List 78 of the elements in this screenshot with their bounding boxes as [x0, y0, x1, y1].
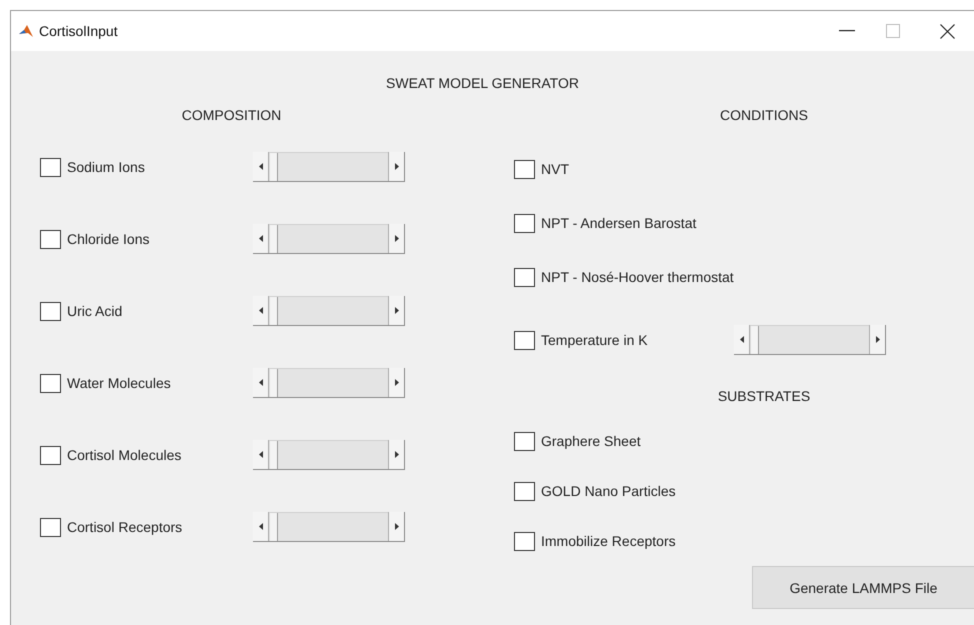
checkbox-label: NPT - Nosé-Hoover thermostat: [541, 269, 734, 285]
checkbox-label: Cortisol Molecules: [67, 447, 182, 463]
checkbox[interactable]: [40, 302, 61, 320]
scroll-right-button[interactable]: [388, 440, 404, 469]
slider-thumb[interactable]: [269, 441, 278, 469]
slider-thumb[interactable]: [269, 513, 278, 541]
scroll-left-button[interactable]: [734, 325, 750, 354]
right-arrow-icon: [394, 451, 398, 458]
checkbox[interactable]: [40, 158, 61, 176]
slider-thumb[interactable]: [269, 297, 278, 325]
checkbox[interactable]: [40, 446, 61, 464]
checkbox-label: Temperature in K: [541, 332, 648, 348]
scroll-left-button[interactable]: [253, 296, 269, 325]
scroll-right-button[interactable]: [388, 224, 404, 253]
slider-thumb[interactable]: [269, 153, 278, 181]
peak-logo-icon: [19, 25, 33, 37]
checkbox[interactable]: [514, 532, 535, 550]
scroll-right-button[interactable]: [388, 368, 404, 397]
section-heading: SUBSTRATES: [718, 388, 810, 404]
checkbox[interactable]: [514, 268, 535, 286]
left-arrow-icon: [258, 451, 262, 458]
scroll-left-button[interactable]: [253, 152, 269, 181]
checkbox[interactable]: [514, 160, 535, 178]
horizontal-slider[interactable]: [253, 512, 405, 542]
left-arrow-icon: [740, 336, 744, 343]
checkbox-label: Sodium Ions: [67, 159, 145, 175]
scroll-left-button[interactable]: [253, 224, 269, 253]
left-arrow-icon: [258, 379, 262, 386]
right-arrow-icon: [394, 307, 398, 314]
checkbox-label: NVT: [541, 161, 569, 177]
generate-button[interactable]: Generate LAMMPS File: [752, 566, 974, 609]
maximize-icon: [886, 24, 900, 38]
right-arrow-icon: [394, 163, 398, 170]
checkbox[interactable]: [40, 230, 61, 248]
left-arrow-icon: [258, 163, 262, 170]
horizontal-slider[interactable]: [253, 296, 405, 326]
checkbox[interactable]: [40, 374, 61, 392]
checkbox[interactable]: [514, 214, 535, 232]
checkbox[interactable]: [514, 330, 535, 350]
right-arrow-icon: [394, 235, 398, 242]
checkbox-label: Immobilize Receptors: [541, 533, 676, 549]
scroll-left-button[interactable]: [253, 440, 269, 469]
right-arrow-icon: [394, 523, 398, 530]
left-arrow-icon: [258, 307, 262, 314]
left-arrow-icon: [258, 235, 262, 242]
section-heading: COMPOSITION: [182, 107, 282, 123]
slider-thumb[interactable]: [269, 369, 278, 397]
checkbox-label: Graphere Sheet: [541, 433, 641, 449]
window-title: CortisolInput: [39, 23, 119, 39]
checkbox[interactable]: [514, 432, 535, 450]
left-arrow-icon: [258, 523, 262, 530]
checkbox[interactable]: [40, 518, 61, 536]
scroll-right-button[interactable]: [388, 152, 404, 181]
minimize-icon: [839, 30, 855, 32]
checkbox-label: NPT - Andersen Barostat: [541, 215, 696, 231]
horizontal-slider[interactable]: [253, 224, 405, 254]
horizontal-slider[interactable]: [253, 440, 405, 470]
checkbox-label: GOLD Nano Particles: [541, 483, 676, 499]
checkbox-label: Uric Acid: [67, 303, 122, 319]
right-arrow-icon: [394, 379, 398, 386]
horizontal-slider[interactable]: [253, 368, 405, 398]
slider-thumb[interactable]: [750, 326, 759, 354]
form-heading: SWEAT MODEL GENERATOR: [386, 74, 579, 93]
scroll-left-button[interactable]: [253, 512, 269, 541]
section-heading: CONDITIONS: [720, 107, 808, 123]
scroll-left-button[interactable]: [253, 368, 269, 397]
right-arrow-icon: [876, 336, 880, 343]
horizontal-slider[interactable]: [734, 325, 886, 355]
checkbox-label: Cortisol Receptors: [67, 519, 182, 535]
scroll-right-button[interactable]: [388, 512, 404, 541]
checkbox-label: Chloride Ions: [67, 231, 150, 247]
horizontal-slider[interactable]: [253, 152, 405, 182]
checkbox[interactable]: [514, 482, 535, 500]
slider-thumb[interactable]: [269, 225, 278, 253]
scroll-right-button[interactable]: [388, 296, 404, 325]
scroll-right-button[interactable]: [869, 325, 885, 354]
checkbox-label: Water Molecules: [67, 375, 171, 391]
close-icon: [940, 24, 954, 38]
